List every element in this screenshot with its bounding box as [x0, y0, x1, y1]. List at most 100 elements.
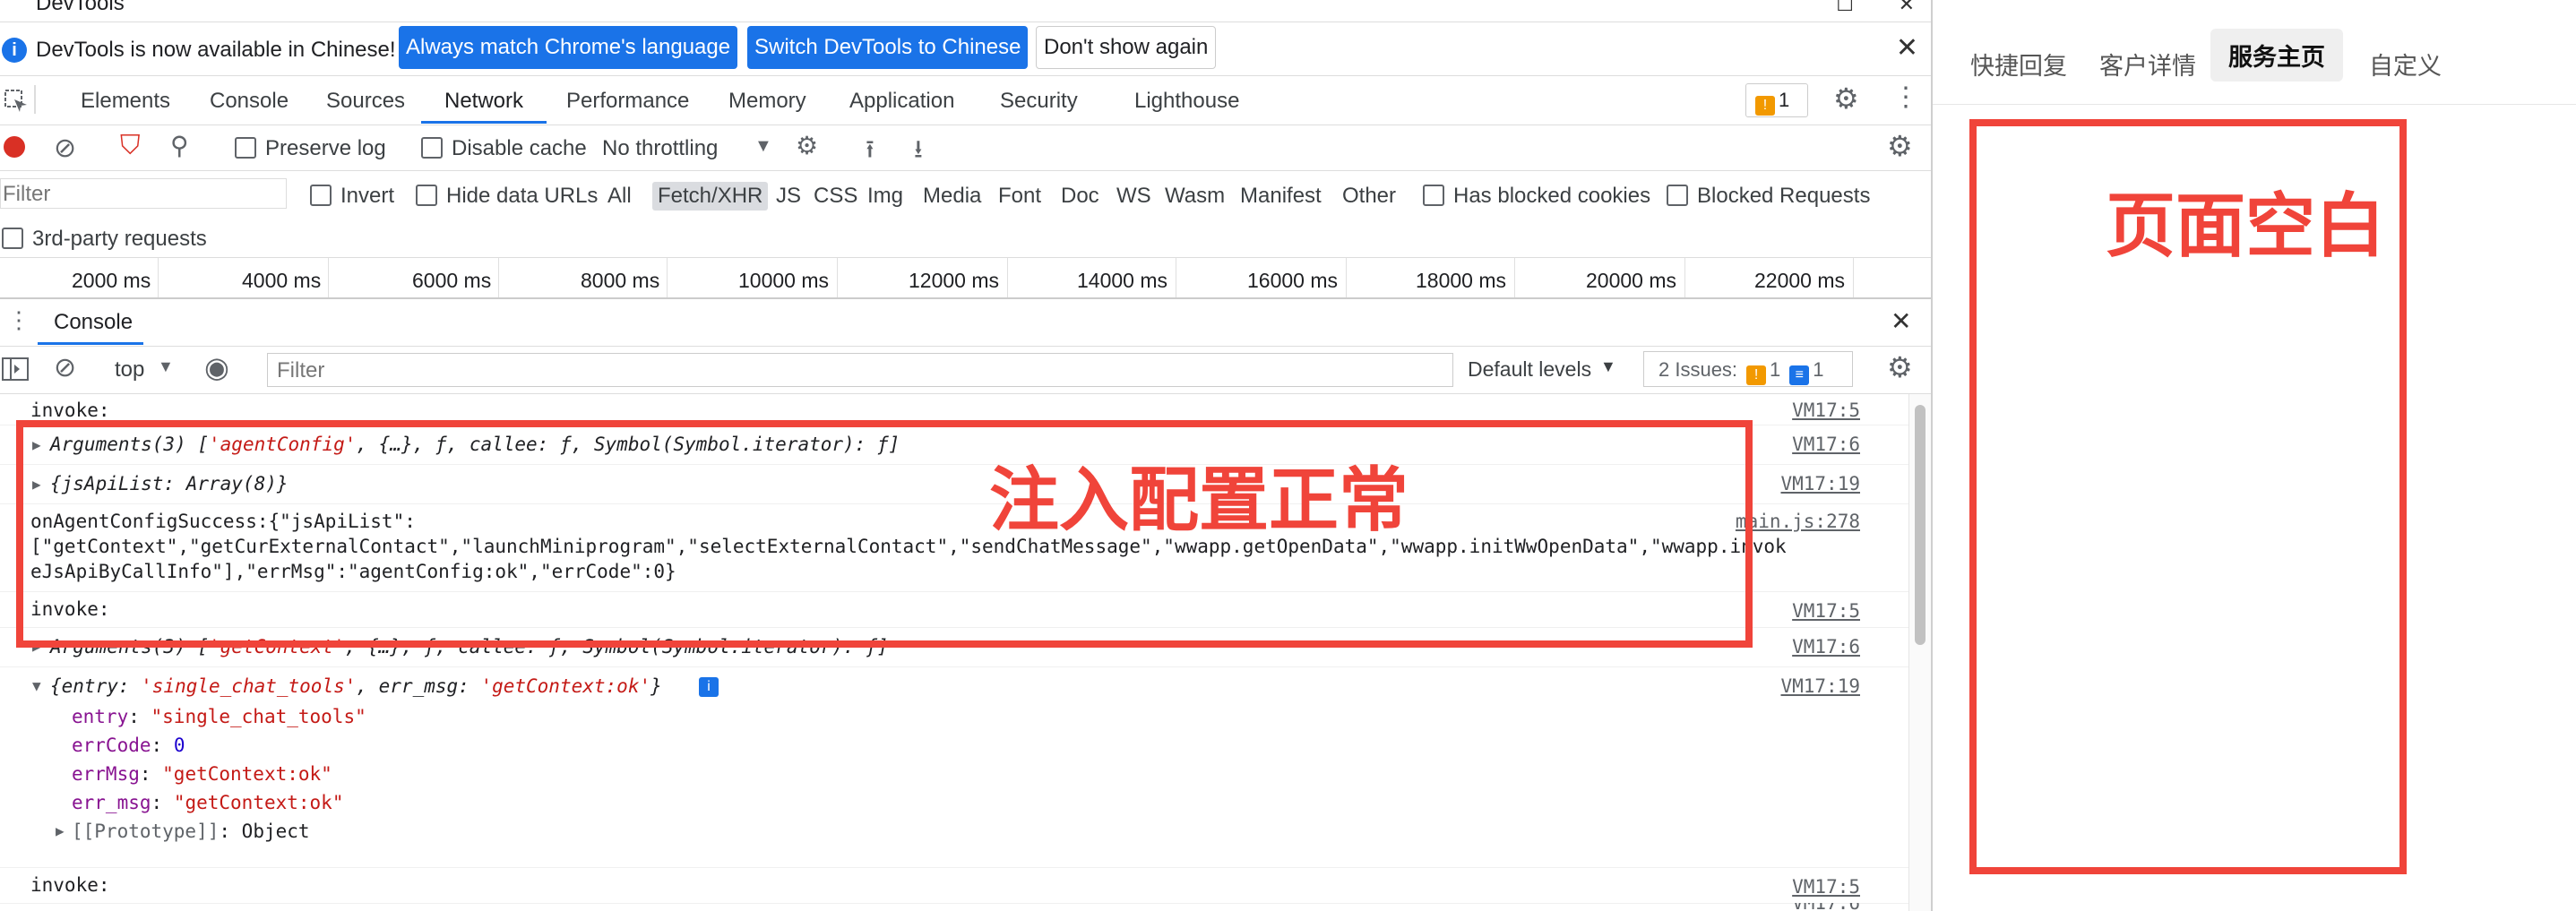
- throttling-select[interactable]: No throttling: [602, 136, 718, 161]
- issues-badge[interactable]: ! 1: [1745, 83, 1808, 117]
- type-filter-fetch-xhr[interactable]: Fetch/XHR: [652, 182, 769, 211]
- type-filter-font[interactable]: Font: [998, 184, 1041, 209]
- type-filter-img[interactable]: Img: [867, 184, 903, 209]
- import-har-icon[interactable]: ⭱: [866, 131, 874, 174]
- live-expression-eye-icon[interactable]: ◉: [204, 350, 229, 384]
- log-levels-select[interactable]: Default levels: [1468, 357, 1591, 382]
- sidebar-app-panel: 快捷回复 客户详情 服务主页 自定义 页面空白: [1933, 0, 2576, 911]
- tab-custom[interactable]: 自定义: [2369, 47, 2442, 82]
- log-source-link[interactable]: VM17:5: [1792, 600, 1860, 622]
- log-message: invoke:: [30, 874, 110, 896]
- drawer-tab-indicator: [38, 342, 143, 345]
- tab-customer-details[interactable]: 客户详情: [2099, 47, 2196, 82]
- log-source-link[interactable]: VM17:19: [1780, 473, 1860, 494]
- maximize-icon[interactable]: ☐: [1836, 0, 1854, 16]
- blocked-requests-checkbox[interactable]: [1667, 185, 1688, 207]
- tab-service-home[interactable]: 服务主页: [2210, 29, 2343, 82]
- log-source-link[interactable]: main.js:278: [1736, 511, 1860, 532]
- hide-data-urls-label: Hide data URLs: [446, 184, 599, 208]
- inspect-element-icon[interactable]: [4, 89, 29, 114]
- clear-console-icon[interactable]: ⊘: [54, 352, 76, 383]
- context-select[interactable]: top: [115, 357, 144, 382]
- log-source-link[interactable]: VM17:6: [1792, 434, 1860, 455]
- type-filter-other[interactable]: Other: [1342, 184, 1396, 209]
- tab-application[interactable]: Application: [849, 89, 954, 114]
- match-language-button[interactable]: Always match Chrome's language: [399, 26, 738, 69]
- devtools-panel: DevTools ☐ ✕ i DevTools is now available…: [0, 0, 1932, 911]
- tab-performance[interactable]: Performance: [566, 89, 689, 114]
- hide-data-urls-checkbox[interactable]: [416, 185, 437, 207]
- close-window-icon[interactable]: ✕: [1899, 0, 1915, 16]
- type-filter-manifest[interactable]: Manifest: [1240, 184, 1322, 209]
- log-source-link[interactable]: VM17:6: [1792, 636, 1860, 657]
- info-icon[interactable]: i: [699, 677, 719, 697]
- drawer-tab-console[interactable]: Console: [54, 310, 133, 335]
- window-titlebar: DevTools ☐ ✕: [0, 0, 1931, 22]
- invert-checkbox[interactable]: [310, 185, 332, 207]
- network-settings-gear-icon[interactable]: ⚙: [1887, 129, 1913, 163]
- type-filter-wasm[interactable]: Wasm: [1165, 184, 1225, 209]
- console-settings-gear-icon[interactable]: ⚙: [1887, 350, 1913, 384]
- type-filter-media[interactable]: Media: [923, 184, 981, 209]
- tab-network[interactable]: Network: [444, 89, 523, 114]
- timeline-tick: 8000 ms: [581, 269, 660, 292]
- context-chevron-down-icon[interactable]: ▼: [158, 357, 174, 376]
- timeline-tick: 12000 ms: [909, 269, 1000, 292]
- has-blocked-cookies-checkbox[interactable]: [1423, 185, 1444, 207]
- tab-memory[interactable]: Memory: [728, 89, 806, 114]
- settings-gear-icon[interactable]: ⚙: [1833, 82, 1859, 116]
- log-levels-chevron-down-icon[interactable]: ▼: [1600, 357, 1616, 376]
- log-row-expanded: ▼ {entry: 'single_chat_tools', err_msg: …: [0, 666, 1908, 868]
- log-source-link[interactable]: VM17:6: [1792, 903, 1860, 911]
- tab-security[interactable]: Security: [1000, 89, 1078, 114]
- invert-label: Invert: [340, 184, 395, 208]
- log-source-link[interactable]: VM17:5: [1792, 876, 1860, 898]
- throttling-chevron-down-icon[interactable]: ▼: [754, 136, 772, 157]
- network-filter-input[interactable]: Filter: [0, 178, 287, 209]
- third-party-checkbox[interactable]: [2, 228, 23, 250]
- type-filter-css[interactable]: CSS: [814, 184, 857, 209]
- blocked-requests-label: Blocked Requests: [1697, 184, 1871, 208]
- log-source-link[interactable]: VM17:19: [1780, 675, 1860, 697]
- close-infobar-icon[interactable]: ✕: [1896, 32, 1918, 64]
- timeline-tick: 18000 ms: [1416, 269, 1507, 292]
- filter-icon[interactable]: ⛉: [120, 131, 141, 161]
- property-row: entry: "single_chat_tools": [72, 706, 366, 727]
- tab-console[interactable]: Console: [210, 89, 289, 114]
- close-drawer-icon[interactable]: ✕: [1891, 306, 1911, 336]
- type-filter-js[interactable]: JS: [776, 184, 801, 209]
- tab-quick-reply[interactable]: 快捷回复: [1970, 47, 2067, 82]
- drawer-menu-icon[interactable]: ⋮: [7, 306, 30, 334]
- console-scrollbar-thumb[interactable]: [1915, 405, 1926, 645]
- sidebar-toggle-icon[interactable]: [2, 357, 29, 381]
- more-options-icon[interactable]: ⋮: [1892, 82, 1919, 113]
- type-filter-doc[interactable]: Doc: [1061, 184, 1099, 209]
- expand-triangle-icon[interactable]: ▶: [56, 822, 65, 839]
- search-icon[interactable]: ⚲: [170, 131, 189, 160]
- console-issues-button[interactable]: 2 Issues:! 1 ≡ 1: [1643, 351, 1853, 387]
- network-timeline-overview[interactable]: 2000 ms 4000 ms 6000 ms 8000 ms 10000 ms…: [0, 258, 1931, 299]
- preserve-log-checkbox[interactable]: [235, 137, 256, 159]
- tab-lighthouse[interactable]: Lighthouse: [1134, 89, 1239, 114]
- disable-cache-checkbox[interactable]: [421, 137, 443, 159]
- preserve-log-label: Preserve log: [265, 136, 386, 160]
- window-title: DevTools: [36, 0, 125, 15]
- network-conditions-icon[interactable]: ⚙: [796, 131, 818, 160]
- log-source-link[interactable]: VM17:5: [1792, 400, 1860, 421]
- export-har-icon[interactable]: ⭳: [914, 131, 923, 174]
- collapse-triangle-icon[interactable]: ▼: [32, 677, 41, 694]
- network-filterbar: Filter Invert Hide data URLs All Fetch/X…: [0, 171, 1931, 258]
- clear-icon[interactable]: ⊘: [54, 133, 76, 164]
- tab-elements[interactable]: Elements: [81, 89, 170, 114]
- type-filter-all[interactable]: All: [607, 184, 632, 209]
- message-icon: ≡: [1789, 365, 1810, 385]
- has-blocked-cookies-label: Has blocked cookies: [1453, 184, 1651, 208]
- tab-sources[interactable]: Sources: [326, 89, 405, 114]
- console-filter-input[interactable]: Filter: [267, 353, 1453, 387]
- disable-cache-label: Disable cache: [452, 136, 587, 160]
- dont-show-again-button[interactable]: Don't show again: [1036, 26, 1217, 69]
- type-filter-ws[interactable]: WS: [1116, 184, 1151, 209]
- record-icon[interactable]: [4, 136, 25, 158]
- switch-language-button[interactable]: Switch DevTools to Chinese: [747, 26, 1029, 69]
- log-message: invoke:: [30, 400, 110, 421]
